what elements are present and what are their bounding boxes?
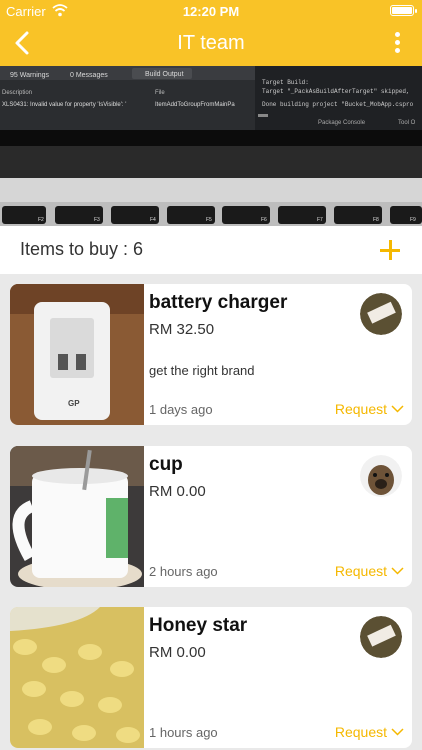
item-name: Honey star bbox=[149, 615, 248, 636]
svg-text:XLS0431: Invalid value for pro: XLS0431: Invalid value for property 'IsV… bbox=[2, 102, 126, 108]
svg-text:F3: F3 bbox=[94, 217, 100, 223]
svg-text:F2: F2 bbox=[38, 217, 44, 223]
chevron-down-icon bbox=[391, 567, 404, 575]
svg-text:GP: GP bbox=[68, 399, 80, 408]
svg-text:0 Messages: 0 Messages bbox=[70, 72, 108, 79]
request-label: Request bbox=[334, 401, 387, 417]
item-thumbnail: GP bbox=[10, 284, 144, 425]
item-name: cup bbox=[149, 454, 183, 475]
svg-text:Target Build:: Target Build: bbox=[262, 79, 309, 86]
item-price: RM 0.00 bbox=[149, 644, 206, 661]
item-price: RM 32.50 bbox=[149, 321, 215, 338]
battery-icon bbox=[390, 5, 417, 16]
svg-text:F5: F5 bbox=[206, 217, 212, 223]
item-time: 1 days ago bbox=[149, 402, 213, 417]
svg-text:F4: F4 bbox=[150, 217, 156, 223]
svg-text:Description: Description bbox=[2, 90, 32, 96]
item-card[interactable]: GP battery charger RM 32.50 get the righ… bbox=[10, 284, 412, 425]
request-button[interactable]: Request bbox=[335, 563, 404, 579]
svg-text:Tool O: Tool O bbox=[398, 120, 416, 126]
svg-text:F6: F6 bbox=[261, 217, 267, 223]
add-item-button[interactable] bbox=[380, 240, 400, 260]
group-cover-photo: 95 Warnings 0 Messages Build Output Desc… bbox=[0, 66, 422, 226]
request-label: Request bbox=[334, 563, 387, 579]
page-title: IT team bbox=[177, 32, 245, 54]
svg-text:ItemAddToGroupFromMainPa: ItemAddToGroupFromMainPa bbox=[155, 102, 235, 108]
item-price: RM 0.00 bbox=[149, 483, 206, 500]
status-time: 12:20 PM bbox=[182, 4, 240, 19]
svg-text:Done building project "Bucket_: Done building project "Bucket_MobApp.csp… bbox=[262, 101, 414, 108]
avatar[interactable] bbox=[360, 616, 402, 658]
item-thumbnail bbox=[10, 607, 144, 748]
svg-text:Package Console: Package Console bbox=[318, 120, 366, 126]
item-note: get the right brand bbox=[149, 363, 255, 378]
svg-text:F7: F7 bbox=[317, 217, 323, 223]
item-time: 1 hours ago bbox=[149, 725, 218, 740]
status-bar: Carrier 12:20 PM bbox=[0, 0, 422, 22]
request-button[interactable]: Request bbox=[335, 401, 404, 417]
request-label: Request bbox=[334, 724, 387, 740]
items-count-label: Items to buy : 6 bbox=[20, 239, 144, 259]
chevron-down-icon bbox=[391, 405, 404, 413]
item-time: 2 hours ago bbox=[149, 564, 218, 579]
svg-text:File: File bbox=[155, 90, 165, 96]
item-name: battery charger bbox=[149, 292, 288, 313]
svg-text:Target "_PackAsBuildAfterTarge: Target "_PackAsBuildAfterTarget" skipped… bbox=[262, 88, 410, 95]
avatar[interactable] bbox=[360, 293, 402, 335]
request-button[interactable]: Request bbox=[335, 724, 404, 740]
item-thumbnail bbox=[10, 446, 144, 587]
item-card[interactable]: Honey star RM 0.00 1 hours ago Request bbox=[10, 607, 412, 748]
svg-text:Build Output: Build Output bbox=[145, 71, 184, 78]
svg-text:95 Warnings: 95 Warnings bbox=[10, 72, 50, 79]
top-bar: Carrier 12:20 PM IT team bbox=[0, 0, 422, 66]
item-card[interactable]: cup RM 0.00 2 hours ago Request bbox=[10, 446, 412, 587]
chevron-down-icon bbox=[391, 728, 404, 736]
more-options-button[interactable] bbox=[394, 32, 400, 54]
svg-text:F8: F8 bbox=[373, 217, 379, 223]
items-count-bar: Items to buy : 6 bbox=[0, 226, 422, 274]
avatar[interactable] bbox=[360, 455, 402, 497]
svg-text:F9: F9 bbox=[410, 217, 416, 223]
